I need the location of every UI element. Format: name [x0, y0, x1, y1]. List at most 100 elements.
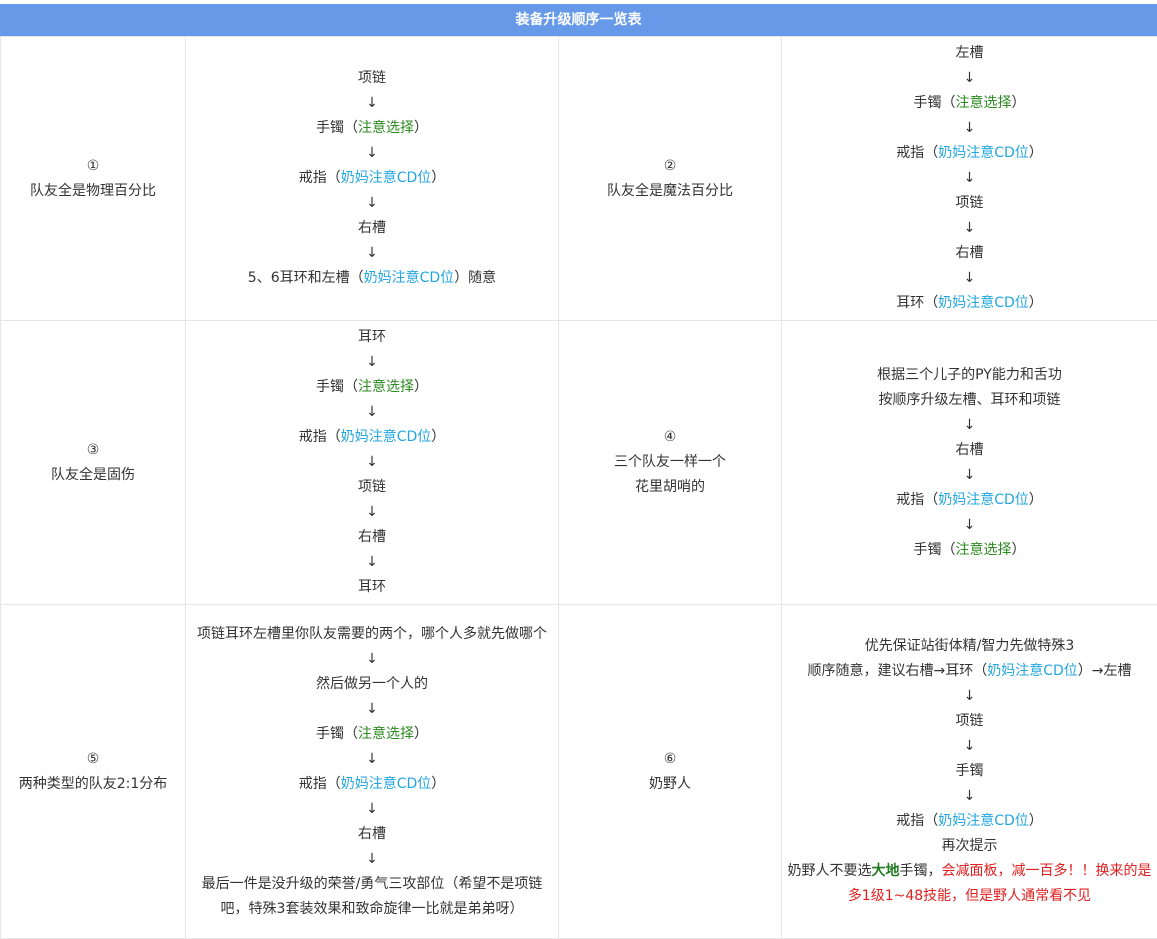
step-text: 最后一件是没升级的荣誉/勇气三攻部位（希望不是项链吧，特殊3套装效果和致命旋律一…: [190, 872, 554, 922]
step-text: 顺序随意，建议右槽→耳环（奶妈注意CD位）→左槽: [786, 659, 1153, 684]
step-text: 项链: [786, 709, 1153, 734]
down-arrow-icon: ↓: [190, 191, 554, 216]
case-label: 花里胡哨的: [563, 475, 777, 500]
down-arrow-icon: ↓: [190, 91, 554, 116]
table-row: ⑤ 两种类型的队友2:1分布 项链耳环左槽里你队友需要的两个，哪个人多就先做哪个…: [1, 605, 1157, 939]
table-row: ① 队友全是物理百分比 项链 ↓ 手镯（注意选择） ↓ 戒指（奶妈注意CD位） …: [1, 37, 1157, 321]
down-arrow-icon: ↓: [190, 647, 554, 672]
step-text: 戒指（奶妈注意CD位）: [786, 809, 1153, 834]
equipment-upgrade-table: ① 队友全是物理百分比 项链 ↓ 手镯（注意选择） ↓ 戒指（奶妈注意CD位） …: [0, 36, 1157, 939]
down-arrow-icon: ↓: [190, 350, 554, 375]
note-choose: 注意选择: [956, 542, 1012, 558]
down-arrow-icon: ↓: [190, 400, 554, 425]
step-text: 按顺序升级左槽、耳环和项链: [786, 388, 1153, 413]
step-text: 左槽: [786, 41, 1153, 66]
down-arrow-icon: ↓: [786, 116, 1153, 141]
step-text: 右槽: [786, 438, 1153, 463]
down-arrow-icon: ↓: [190, 450, 554, 475]
step-text: 手镯（注意选择）: [190, 375, 554, 400]
step-text: 手镯（注意选择）: [190, 116, 554, 141]
step-text: 戒指（奶妈注意CD位）: [190, 425, 554, 450]
down-arrow-icon: ↓: [786, 266, 1153, 291]
step-text: 项链: [190, 475, 554, 500]
down-arrow-icon: ↓: [786, 784, 1153, 809]
upgrade-order-cell: 左槽 ↓ 手镯（注意选择） ↓ 戒指（奶妈注意CD位） ↓ 项链 ↓ 右槽 ↓ …: [782, 37, 1157, 321]
note-cd: 奶妈注意CD位: [341, 429, 432, 445]
down-arrow-icon: ↓: [190, 697, 554, 722]
case-number: ④: [563, 425, 777, 450]
note-cd: 奶妈注意CD位: [364, 270, 455, 286]
down-arrow-icon: ↓: [190, 141, 554, 166]
case-number: ②: [563, 154, 777, 179]
case-label-cell: ⑥ 奶野人: [559, 605, 782, 939]
table-title: 装备升级顺序一览表: [0, 4, 1157, 36]
warning-text: 奶野人不要选大地手镯，会减面板，减一百多！！换来的是多1级1~48技能，但是野人…: [786, 859, 1153, 909]
upgrade-order-cell: 耳环 ↓ 手镯（注意选择） ↓ 戒指（奶妈注意CD位） ↓ 项链 ↓ 右槽 ↓ …: [186, 321, 559, 605]
step-text: 右槽: [786, 241, 1153, 266]
step-text: 项链: [190, 66, 554, 91]
note-choose: 注意选择: [956, 95, 1012, 111]
note-choose: 注意选择: [358, 726, 414, 742]
note-cd: 奶妈注意CD位: [341, 170, 432, 186]
step-text: 右槽: [190, 216, 554, 241]
step-text: 手镯: [786, 759, 1153, 784]
step-text: 根据三个儿子的PY能力和舌功: [786, 363, 1153, 388]
case-label: 两种类型的队友2:1分布: [5, 772, 181, 797]
down-arrow-icon: ↓: [190, 747, 554, 772]
case-label: 队友全是魔法百分比: [563, 179, 777, 204]
down-arrow-icon: ↓: [786, 216, 1153, 241]
step-text: 5、6耳环和左槽（奶妈注意CD位）随意: [190, 266, 554, 291]
step-text: 耳环（奶妈注意CD位）: [786, 291, 1153, 316]
step-text: 戒指（奶妈注意CD位）: [190, 166, 554, 191]
step-text: 右槽: [190, 822, 554, 847]
down-arrow-icon: ↓: [190, 241, 554, 266]
down-arrow-icon: ↓: [786, 463, 1153, 488]
case-label-cell: ⑤ 两种类型的队友2:1分布: [1, 605, 186, 939]
step-text: 戒指（奶妈注意CD位）: [786, 141, 1153, 166]
case-label-cell: ④ 三个队友一样一个 花里胡哨的: [559, 321, 782, 605]
case-number: ⑥: [563, 747, 777, 772]
down-arrow-icon: ↓: [786, 513, 1153, 538]
highlight-dadi: 大地: [872, 863, 900, 879]
note-choose: 注意选择: [358, 379, 414, 395]
step-text: 戒指（奶妈注意CD位）: [190, 772, 554, 797]
step-text: 戒指（奶妈注意CD位）: [786, 488, 1153, 513]
step-text: 再次提示: [786, 834, 1153, 859]
down-arrow-icon: ↓: [190, 500, 554, 525]
note-cd: 奶妈注意CD位: [938, 813, 1029, 829]
table-row: ③ 队友全是固伤 耳环 ↓ 手镯（注意选择） ↓ 戒指（奶妈注意CD位） ↓ 项…: [1, 321, 1157, 605]
upgrade-order-cell: 优先保证站街体精/智力先做特殊3 顺序随意，建议右槽→耳环（奶妈注意CD位）→左…: [782, 605, 1157, 939]
upgrade-order-cell: 项链 ↓ 手镯（注意选择） ↓ 戒指（奶妈注意CD位） ↓ 右槽 ↓ 5、6耳环…: [186, 37, 559, 321]
case-number: ③: [5, 438, 181, 463]
step-text: 优先保证站街体精/智力先做特殊3: [786, 634, 1153, 659]
case-label: 队友全是固伤: [5, 463, 181, 488]
step-text: 手镯（注意选择）: [190, 722, 554, 747]
note-cd: 奶妈注意CD位: [938, 295, 1029, 311]
down-arrow-icon: ↓: [190, 550, 554, 575]
upgrade-order-cell: 根据三个儿子的PY能力和舌功 按顺序升级左槽、耳环和项链 ↓ 右槽 ↓ 戒指（奶…: [782, 321, 1157, 605]
down-arrow-icon: ↓: [786, 413, 1153, 438]
step-text: 耳环: [190, 325, 554, 350]
case-label: 队友全是物理百分比: [5, 179, 181, 204]
step-text: 右槽: [190, 525, 554, 550]
note-cd: 奶妈注意CD位: [938, 145, 1029, 161]
page: 装备升级顺序一览表 ① 队友全是物理百分比 项链 ↓ 手镯（注意选择） ↓ 戒指…: [0, 0, 1157, 937]
step-text: 项链耳环左槽里你队友需要的两个，哪个人多就先做哪个: [190, 622, 554, 647]
step-text: 手镯（注意选择）: [786, 91, 1153, 116]
down-arrow-icon: ↓: [786, 734, 1153, 759]
case-number: ⑤: [5, 747, 181, 772]
note-cd: 奶妈注意CD位: [341, 776, 432, 792]
step-text: 手镯（注意选择）: [786, 538, 1153, 563]
down-arrow-icon: ↓: [786, 66, 1153, 91]
step-text: 然后做另一个人的: [190, 672, 554, 697]
case-number: ①: [5, 154, 181, 179]
note-choose: 注意选择: [358, 120, 414, 136]
case-label-cell: ② 队友全是魔法百分比: [559, 37, 782, 321]
note-cd: 奶妈注意CD位: [938, 492, 1029, 508]
case-label-cell: ① 队友全是物理百分比: [1, 37, 186, 321]
case-label: 奶野人: [563, 772, 777, 797]
note-cd: 奶妈注意CD位: [987, 663, 1078, 679]
down-arrow-icon: ↓: [786, 684, 1153, 709]
case-label-cell: ③ 队友全是固伤: [1, 321, 186, 605]
upgrade-order-cell: 项链耳环左槽里你队友需要的两个，哪个人多就先做哪个 ↓ 然后做另一个人的 ↓ 手…: [186, 605, 559, 939]
